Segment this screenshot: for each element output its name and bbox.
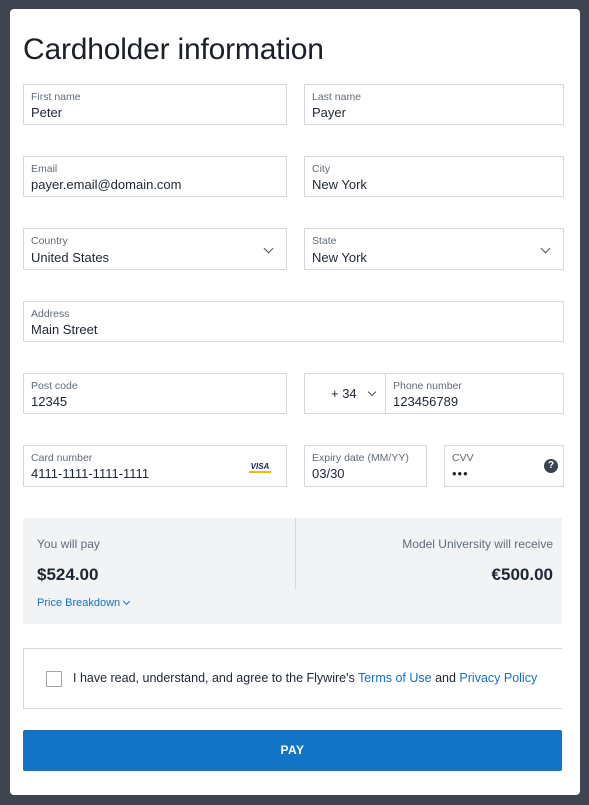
terms-text: I have read, understand, and agree to th… [73, 671, 537, 685]
card-number-field[interactable]: Card number 4111-1111-1111-1111 VISA [23, 445, 287, 487]
receive-amount: €500.00 [491, 565, 553, 584]
payment-card: Cardholder information First name Peter … [10, 9, 580, 795]
you-will-pay-label: You will pay [37, 537, 100, 551]
phone-number-value: 123456789 [393, 394, 459, 409]
expiry-label: Expiry date (MM/YY) [312, 452, 409, 464]
email-field[interactable]: Email payer.email@domain.com [23, 156, 287, 197]
privacy-policy-link[interactable]: Privacy Policy [459, 671, 537, 685]
country-select[interactable]: Country United States [23, 228, 287, 270]
price-breakdown-link[interactable]: Price Breakdown [37, 597, 131, 609]
post-code-field[interactable]: Post code 12345 [23, 373, 287, 414]
card-number-value: 4111-1111-1111-1111 [31, 466, 150, 481]
country-label: Country [31, 235, 68, 247]
price-breakdown-label: Price Breakdown [37, 597, 121, 609]
visa-brand-text: VISA [251, 462, 270, 471]
last-name-label: Last name [312, 91, 362, 103]
receive-label: Model University will receive [402, 537, 553, 551]
address-label: Address [31, 308, 70, 320]
visa-icon: VISA [248, 460, 272, 475]
phone-prefix-value: + 34 [331, 386, 357, 401]
email-value: payer.email@domain.com [31, 177, 182, 192]
country-value: United States [31, 250, 110, 265]
state-select[interactable]: State New York [304, 228, 564, 270]
phone-prefix-select[interactable]: + 34 [304, 373, 386, 414]
city-value: New York [312, 177, 367, 192]
last-name-field[interactable]: Last name Payer [304, 84, 564, 125]
card-number-label: Card number [31, 452, 93, 464]
terms-checkbox[interactable] [46, 671, 62, 687]
chevron-down-icon [123, 597, 131, 606]
cvv-label: CVV [452, 452, 474, 464]
cvv-field[interactable]: CVV ••• ? [444, 445, 564, 487]
terms-agreement: I have read, understand, and agree to th… [23, 648, 562, 709]
post-code-label: Post code [31, 380, 78, 392]
terms-text-prefix: I have read, understand, and agree to th… [73, 671, 358, 685]
help-icon[interactable]: ? [544, 459, 558, 473]
city-label: City [312, 163, 331, 175]
first-name-value: Peter [31, 105, 63, 120]
post-code-value: 12345 [31, 394, 68, 409]
address-field[interactable]: Address Main Street [23, 301, 564, 342]
state-value: New York [312, 250, 367, 265]
expiry-value: 03/30 [312, 466, 345, 481]
phone-number-label: Phone number [393, 380, 462, 392]
email-label: Email [31, 163, 58, 175]
address-value: Main Street [31, 322, 98, 337]
city-field[interactable]: City New York [304, 156, 564, 197]
expiry-field[interactable]: Expiry date (MM/YY) 03/30 [304, 445, 427, 487]
phone-number-field[interactable]: Phone number 123456789 [385, 373, 564, 414]
pay-button[interactable]: PAY [23, 730, 562, 771]
chevron-down-icon [367, 387, 377, 397]
cvv-value: ••• [452, 466, 469, 481]
chevron-down-icon [540, 243, 551, 254]
payment-summary: You will pay $524.00 Price Breakdown Mod… [23, 518, 562, 624]
chevron-down-icon [263, 243, 274, 254]
you-will-pay-amount: $524.00 [37, 565, 99, 584]
terms-of-use-link[interactable]: Terms of Use [358, 671, 432, 685]
last-name-value: Payer [312, 105, 346, 120]
state-label: State [312, 235, 337, 247]
page-title: Cardholder information [23, 33, 324, 66]
first-name-field[interactable]: First name Peter [23, 84, 287, 125]
summary-divider [295, 518, 296, 589]
terms-and-text: and [431, 671, 460, 685]
first-name-label: First name [31, 91, 81, 103]
